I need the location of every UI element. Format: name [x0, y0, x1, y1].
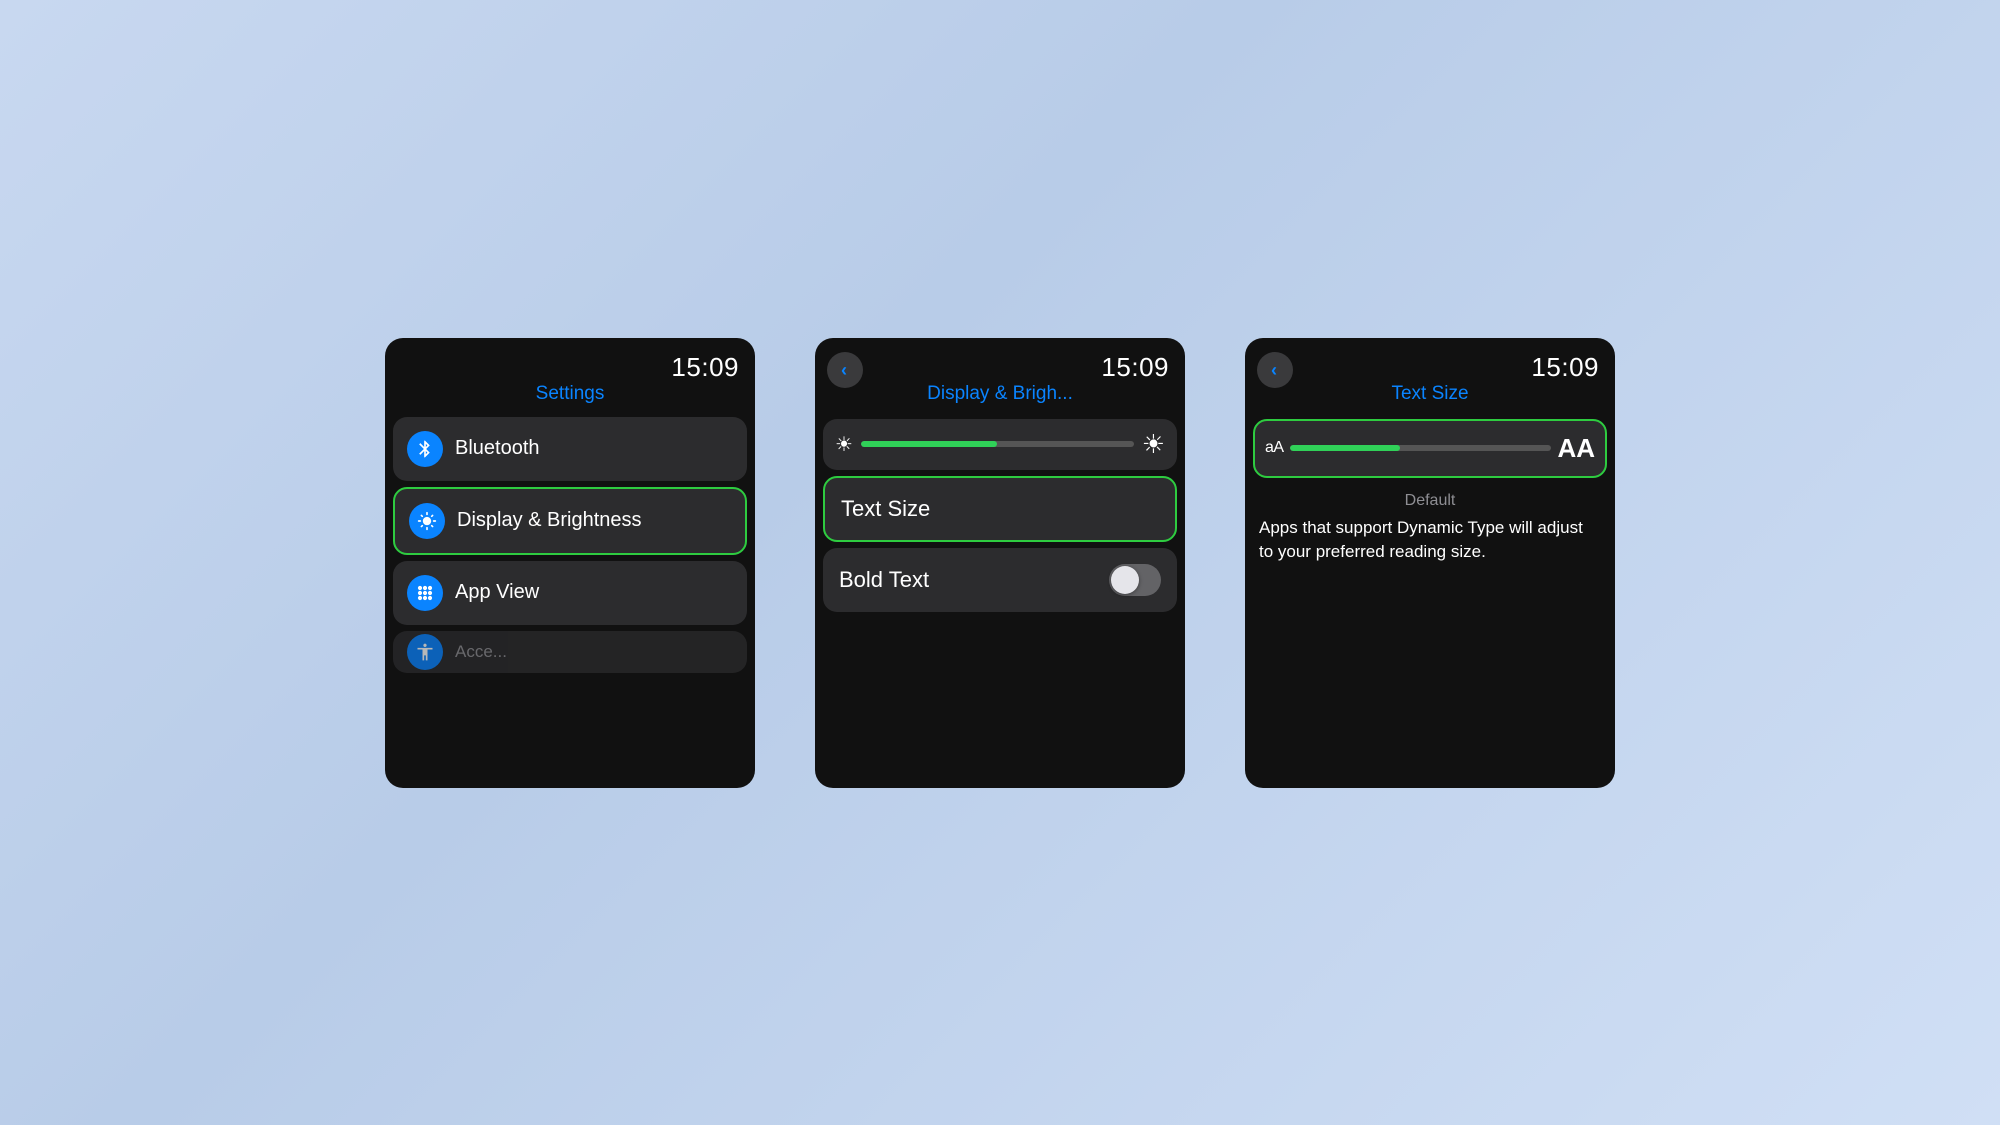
- display-title: Display & Brigh...: [831, 383, 1169, 405]
- bluetooth-icon: [415, 439, 435, 459]
- text-size-slider-fill: [1290, 445, 1400, 451]
- bluetooth-label: Bluetooth: [455, 436, 540, 461]
- settings-title: Settings: [401, 383, 739, 405]
- back-chevron-icon: ‹: [841, 361, 847, 379]
- appview-icon: [415, 583, 435, 603]
- toggle-knob: [1111, 566, 1139, 594]
- back-button-display[interactable]: ‹: [827, 352, 863, 388]
- settings-item-display[interactable]: Display & Brightness: [393, 487, 747, 555]
- display-items-list: Text Size Bold Text: [815, 476, 1185, 788]
- accessibility-icon: [415, 642, 435, 662]
- watch-screen-textsize: ‹ 15:09 Text Size aA AA Default Apps tha…: [1245, 338, 1615, 788]
- text-size-slider-section[interactable]: aA AA: [1253, 419, 1607, 478]
- settings-item-appview[interactable]: App View: [393, 561, 747, 625]
- appview-icon-container: [407, 575, 443, 611]
- settings-time: 15:09: [401, 352, 739, 383]
- settings-header: 15:09 Settings: [385, 338, 755, 413]
- back-button-textsize[interactable]: ‹: [1257, 352, 1293, 388]
- watch-screen-settings: 15:09 Settings Bluetooth Display & Brigh…: [385, 338, 755, 788]
- text-size-slider-track[interactable]: [1290, 445, 1552, 451]
- text-size-description: Apps that support Dynamic Type will adju…: [1259, 516, 1601, 565]
- bold-text-row: Bold Text: [823, 548, 1177, 612]
- settings-list: Bluetooth Display & Brightness: [385, 413, 755, 788]
- settings-item-partial: Acce...: [393, 631, 747, 673]
- bluetooth-icon-container: [407, 431, 443, 467]
- brightness-section: ☀ ☀: [823, 419, 1177, 470]
- partial-label: Acce...: [455, 641, 507, 662]
- bold-text-toggle[interactable]: [1109, 564, 1161, 596]
- bold-text-label: Bold Text: [839, 567, 929, 593]
- accessibility-icon-container: [407, 634, 443, 670]
- display-header: ‹ 15:09 Display & Brigh...: [815, 338, 1185, 413]
- text-size-item[interactable]: Text Size: [823, 476, 1177, 542]
- brightness-slider-fill: [861, 441, 997, 447]
- text-size-small-label: aA: [1265, 439, 1284, 457]
- settings-item-bluetooth[interactable]: Bluetooth: [393, 417, 747, 481]
- text-size-default-label: Default: [1259, 492, 1601, 510]
- text-size-label: Text Size: [841, 496, 930, 521]
- text-size-info: Default Apps that support Dynamic Type w…: [1245, 484, 1615, 573]
- display-icon-container: [409, 503, 445, 539]
- text-size-large-label: AA: [1557, 433, 1595, 464]
- sun-small-icon: ☀: [835, 432, 853, 457]
- textsize-time: 15:09: [1261, 352, 1599, 383]
- display-time: 15:09: [831, 352, 1169, 383]
- display-label: Display & Brightness: [457, 508, 642, 533]
- textsize-header: ‹ 15:09 Text Size: [1245, 338, 1615, 413]
- back-chevron-icon-2: ‹: [1271, 361, 1277, 379]
- appview-label: App View: [455, 580, 539, 605]
- sun-large-icon: ☀: [1142, 429, 1165, 460]
- textsize-title: Text Size: [1261, 383, 1599, 405]
- brightness-slider-track[interactable]: [861, 441, 1134, 447]
- display-icon: [417, 511, 437, 531]
- watch-screen-display: ‹ 15:09 Display & Brigh... ☀ ☀ Text Size…: [815, 338, 1185, 788]
